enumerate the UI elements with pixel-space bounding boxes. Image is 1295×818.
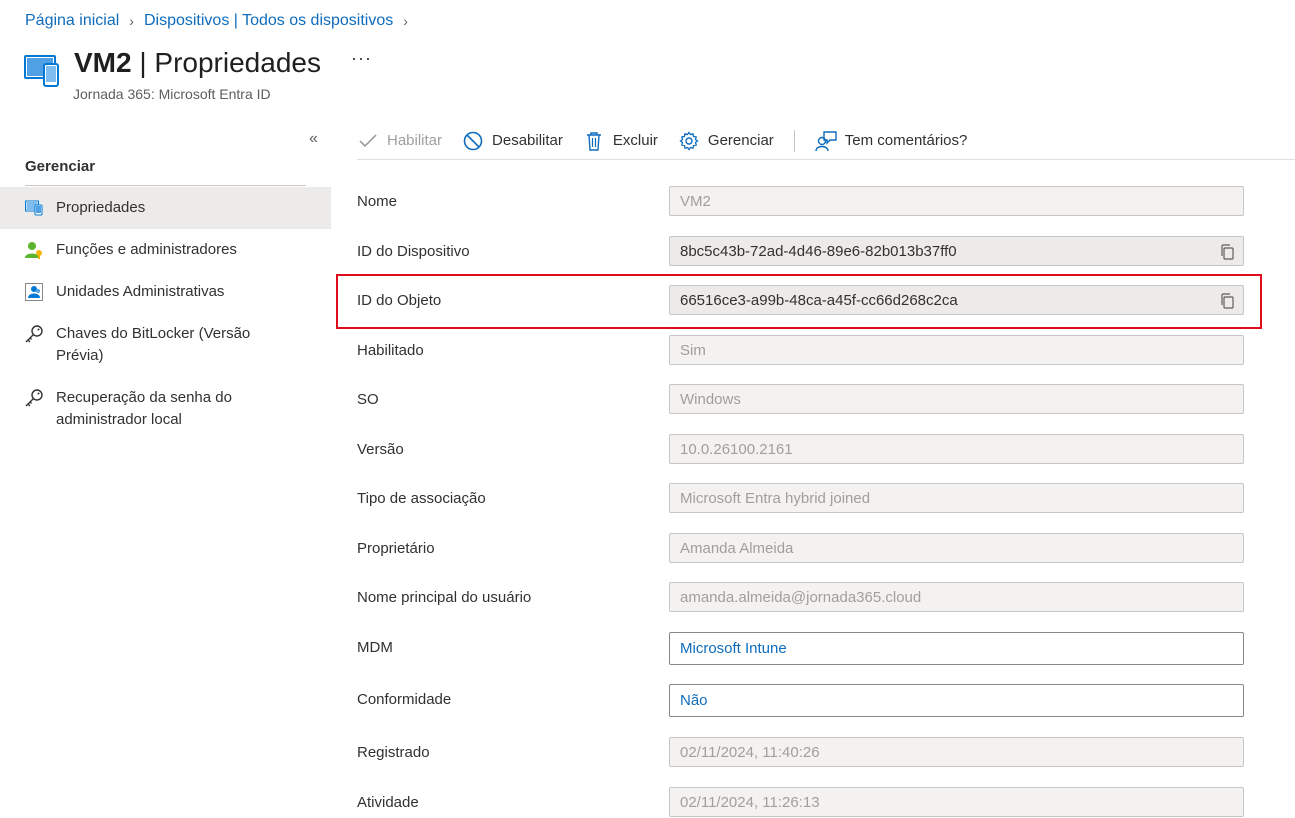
feedback-icon (815, 130, 837, 152)
device-icon (24, 52, 62, 90)
device-id-field[interactable]: 8bc5c43b-72ad-4d46-89e6-82b013b37ff0 (669, 236, 1244, 266)
property-row-conformidade: Conformidade Não (357, 684, 1247, 717)
sidebar-item-label: Propriedades (56, 199, 146, 216)
property-label: Nome (357, 193, 398, 210)
mdm-link[interactable]: Microsoft Intune (669, 632, 1244, 665)
sidebar-section-title: Gerenciar (25, 158, 96, 175)
page-subtitle: Jornada 365: Microsoft Entra ID (73, 86, 271, 102)
property-row-habilitado: Habilitado Sim (357, 335, 1247, 365)
command-bar: Habilitar Desabilitar Excluir Gerenciar … (357, 122, 1295, 160)
key-icon (24, 324, 44, 344)
name-field[interactable]: VM2 (669, 186, 1244, 216)
property-label: Conformidade (357, 691, 452, 708)
sidebar: Propriedades Funções e administradores U… (0, 187, 331, 441)
checkmark-icon (357, 130, 379, 152)
page-title: VM2 | Propriedades (74, 47, 321, 78)
property-row-registrado: Registrado 02/11/2024, 11:40:26 (357, 737, 1247, 767)
highlight-annotation (336, 274, 1262, 329)
activity-field[interactable]: 02/11/2024, 11:26:13 (669, 787, 1244, 817)
property-row-so: SO Windows (357, 384, 1247, 414)
property-row-upn: Nome principal do usuário amanda.almeida… (357, 582, 1247, 612)
sidebar-item-label: Chaves do BitLocker (Versão Prévia) (56, 325, 251, 364)
upn-field[interactable]: amanda.almeida@jornada365.cloud (669, 582, 1244, 612)
join-type-field[interactable]: Microsoft Entra hybrid joined (669, 483, 1244, 513)
chevron-right-icon: › (403, 13, 408, 29)
property-row-atividade: Atividade 02/11/2024, 11:26:13 (357, 787, 1247, 817)
sidebar-item-label: Recuperação da senha do administrador lo… (56, 389, 232, 428)
property-label: ID do Dispositivo (357, 243, 470, 260)
sidebar-item-label: Funções e administradores (56, 241, 237, 258)
copy-icon[interactable] (1219, 243, 1235, 261)
breadcrumb: Página inicial › Dispositivos | Todos os… (25, 12, 418, 30)
sidebar-item-funcoes[interactable]: Funções e administradores (0, 229, 331, 271)
property-row-proprietario: Proprietário Amanda Almeida (357, 533, 1247, 563)
chevron-right-icon: › (129, 13, 134, 29)
property-label: SO (357, 391, 379, 408)
property-label: Versão (357, 441, 404, 458)
property-row-versao: Versão 10.0.26100.2161 (357, 434, 1247, 464)
registered-field[interactable]: 02/11/2024, 11:40:26 (669, 737, 1244, 767)
breadcrumb-home-link[interactable]: Página inicial (25, 12, 119, 30)
key-icon (24, 388, 44, 408)
property-row-mdm: MDM Microsoft Intune (357, 632, 1247, 665)
owner-field[interactable]: Amanda Almeida (669, 533, 1244, 563)
person-icon (24, 240, 44, 260)
property-label: Atividade (357, 794, 419, 811)
trash-icon (583, 130, 605, 152)
enable-button[interactable]: Habilitar (357, 130, 442, 152)
toolbar-divider (793, 129, 795, 152)
os-field[interactable]: Windows (669, 384, 1244, 414)
gear-icon (678, 130, 700, 152)
property-label: Tipo de associação (357, 490, 486, 507)
feedback-button[interactable]: Tem comentários? (815, 130, 967, 152)
property-label: MDM (357, 639, 393, 656)
property-row-nome: Nome VM2 (357, 186, 1247, 216)
sidebar-item-bitlocker[interactable]: Chaves do BitLocker (Versão Prévia) (0, 313, 331, 377)
delete-button[interactable]: Excluir (583, 130, 658, 152)
sidebar-item-recuperacao[interactable]: Recuperação da senha do administrador lo… (0, 377, 331, 441)
enabled-field[interactable]: Sim (669, 335, 1244, 365)
block-icon (462, 130, 484, 152)
property-row-tipo-associacao: Tipo de associação Microsoft Entra hybri… (357, 483, 1247, 513)
version-field[interactable]: 10.0.26100.2161 (669, 434, 1244, 464)
property-label: Registrado (357, 744, 430, 761)
collapse-sidebar-button[interactable]: « (309, 130, 318, 148)
page-header: VM2 | Propriedades ··· (24, 46, 372, 90)
sidebar-divider (25, 185, 306, 186)
device-icon (24, 198, 44, 218)
property-label: Nome principal do usuário (357, 589, 532, 606)
more-options-button[interactable]: ··· (351, 48, 372, 69)
property-label: Habilitado (357, 342, 424, 359)
sidebar-item-propriedades[interactable]: Propriedades (0, 187, 331, 229)
property-label: Proprietário (357, 540, 435, 557)
admin-unit-icon (24, 282, 44, 302)
manage-button[interactable]: Gerenciar (678, 130, 774, 152)
property-row-device-id: ID do Dispositivo 8bc5c43b-72ad-4d46-89e… (357, 236, 1247, 266)
sidebar-item-label: Unidades Administrativas (56, 283, 225, 300)
compliance-link[interactable]: Não (669, 684, 1244, 717)
disable-button[interactable]: Desabilitar (462, 130, 563, 152)
breadcrumb-devices-link[interactable]: Dispositivos | Todos os dispositivos (144, 12, 393, 30)
sidebar-item-unidades[interactable]: Unidades Administrativas (0, 271, 331, 313)
